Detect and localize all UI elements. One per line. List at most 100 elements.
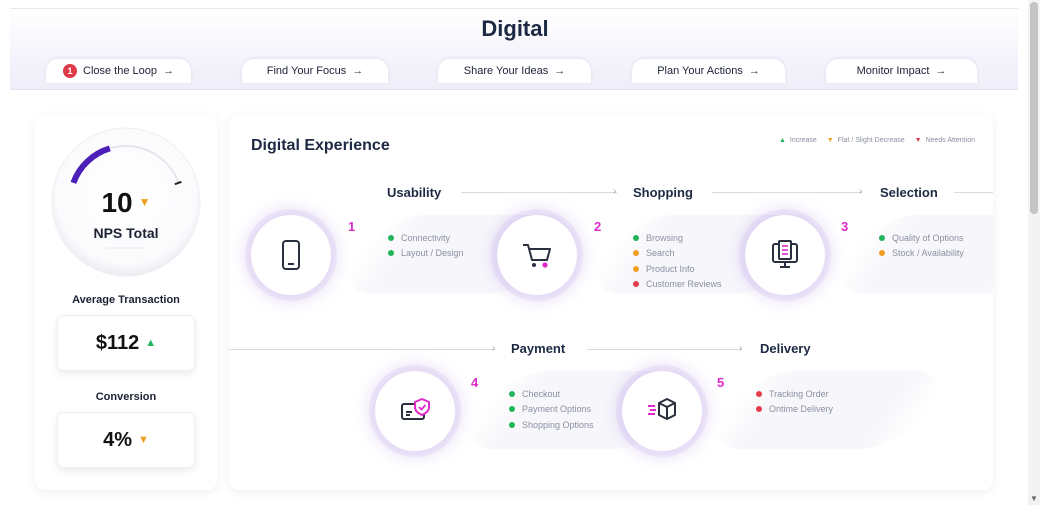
- nps-label: NPS Total: [93, 225, 159, 241]
- status-dot-green: [509, 421, 515, 428]
- legend-item-attention: ▼ Needs Attention: [915, 137, 975, 144]
- item-label: Layout / Design: [401, 248, 464, 259]
- item-label: Search: [646, 248, 675, 259]
- status-dot-green: [509, 390, 515, 397]
- status-dot-green: [633, 234, 639, 241]
- item-label: Stock / Availability: [892, 248, 964, 259]
- item-label: Shopping Options: [522, 419, 594, 430]
- arrow-right-icon: ›: [859, 186, 863, 197]
- connector-line: [587, 349, 742, 350]
- page-title: Digital: [481, 16, 549, 41]
- flat-trend-icon: ▼: [138, 434, 149, 446]
- tab-monitor-impact[interactable]: Monitor Impact →: [826, 59, 977, 83]
- nps-value: 10 ▼: [35, 187, 217, 219]
- list-item: Shopping Options: [509, 417, 594, 433]
- list-item: Tracking Order: [756, 386, 833, 402]
- arrow-right-icon: →: [163, 65, 174, 77]
- stage-selection-button[interactable]: [745, 215, 825, 295]
- stage-delivery-button[interactable]: [622, 371, 702, 451]
- stage-number: 2: [594, 219, 602, 234]
- legend-item-increase: ▲ Increase: [779, 137, 817, 144]
- conversion-label: Conversion: [95, 391, 157, 403]
- stage-shopping-button[interactable]: [497, 215, 577, 295]
- list-item: Quality of Options: [879, 230, 964, 246]
- tab-share-your-ideas[interactable]: Share Your Ideas →: [438, 59, 591, 83]
- digital-experience-card: Digital Experience ▲ Increase ▼ Flat / S…: [229, 115, 993, 490]
- tab-label: Close the Loop: [83, 65, 157, 77]
- summary-card: 10 ▼ NPS Total Average Transaction $112 ▲…: [35, 115, 217, 490]
- status-dot-green: [388, 234, 394, 241]
- item-label: Connectivity: [401, 232, 451, 243]
- list-item: Payment Options: [509, 402, 594, 418]
- scroll-down-icon[interactable]: ▼: [1030, 495, 1038, 503]
- legend: ▲ Increase ▼ Flat / Slight Decrease ▼ Ne…: [779, 137, 975, 144]
- item-label: Ontime Delivery: [769, 404, 834, 415]
- stage-usability-button[interactable]: [251, 215, 331, 295]
- list-item: Search: [633, 246, 722, 262]
- status-dot-green: [388, 250, 394, 257]
- stage-number: 5: [717, 375, 725, 390]
- arrow-right-icon: →: [935, 65, 947, 77]
- list-item: Browsing: [633, 230, 722, 246]
- stage-title-shopping: Shopping: [633, 185, 693, 200]
- tab-label: Monitor Impact: [856, 65, 930, 77]
- list-item: Product Info: [633, 261, 722, 277]
- status-dot-green: [879, 234, 885, 241]
- status-dot-orange: [633, 250, 639, 257]
- list-item: Checkout: [509, 386, 594, 402]
- legend-item-flat: ▼ Flat / Slight Decrease: [827, 137, 905, 144]
- status-dot-red: [756, 390, 762, 397]
- stage-number: 1: [348, 219, 356, 234]
- flat-decrease-icon: ▼: [826, 137, 834, 144]
- connector-line: [229, 349, 495, 350]
- nps-number: 10: [101, 187, 133, 218]
- item-label: Quality of Options: [892, 232, 964, 243]
- secure-payment-icon: [401, 398, 430, 420]
- tab-find-your-focus[interactable]: Find Your Focus →: [242, 59, 388, 83]
- status-dot-orange: [633, 265, 639, 272]
- conversion-value: 4%: [103, 428, 132, 451]
- legend-label: Increase: [789, 137, 817, 144]
- phone-icon: [282, 240, 300, 270]
- tab-plan-your-actions[interactable]: Plan Your Actions →: [632, 59, 785, 83]
- status-dot-red: [756, 406, 762, 413]
- vertical-scrollbar[interactable]: ▼: [1028, 0, 1040, 505]
- item-label: Tracking Order: [769, 388, 829, 399]
- tab-close-the-loop[interactable]: 1 Close the Loop →: [46, 59, 191, 83]
- tab-label: Share Your Ideas: [463, 65, 549, 77]
- status-dot-red: [633, 281, 639, 288]
- arrow-right-icon: →: [352, 65, 364, 77]
- item-label: Product Info: [646, 263, 695, 274]
- tab-label: Plan Your Actions: [657, 65, 743, 77]
- avg-transaction-box[interactable]: $112 ▲: [57, 315, 195, 371]
- arrow-right-icon: →: [748, 65, 760, 77]
- selection-list: Quality of Options Stock / Availability: [879, 230, 964, 261]
- legend-label: Needs Attention: [925, 137, 975, 144]
- stage-number: 3: [841, 219, 849, 234]
- flat-trend-icon: ▼: [138, 195, 151, 209]
- stage-title-delivery: Delivery: [760, 341, 811, 356]
- conversion-box[interactable]: 4% ▼: [57, 412, 195, 468]
- avg-transaction-label: Average Transaction: [72, 294, 180, 306]
- cart-icon: [523, 244, 551, 268]
- scroll-thumb[interactable]: [1030, 2, 1038, 214]
- increase-trend-icon: ▲: [145, 337, 157, 349]
- shopping-list: Browsing Search Product Info Customer Re…: [633, 230, 722, 292]
- arrow-right-icon: ›: [613, 186, 617, 197]
- status-dot-green: [509, 406, 515, 413]
- stage-title-selection: Selection: [880, 185, 938, 200]
- stage-payment-button[interactable]: [375, 371, 455, 451]
- notification-badge: 1: [63, 64, 77, 78]
- tab-label: Find Your Focus: [266, 65, 347, 77]
- avg-transaction-value: $112: [95, 331, 140, 354]
- delivery-box-icon: [648, 398, 676, 420]
- stage-title-payment: Payment: [511, 341, 566, 356]
- item-label: Checkout: [522, 388, 561, 399]
- list-item: Customer Reviews: [633, 277, 722, 293]
- needs-attention-icon: ▼: [914, 137, 922, 144]
- catalog-icon: [772, 240, 798, 268]
- list-item: Layout / Design: [388, 246, 464, 262]
- usability-list: Connectivity Layout / Design: [388, 230, 464, 261]
- item-label: Browsing: [646, 232, 684, 243]
- item-label: Payment Options: [522, 404, 592, 415]
